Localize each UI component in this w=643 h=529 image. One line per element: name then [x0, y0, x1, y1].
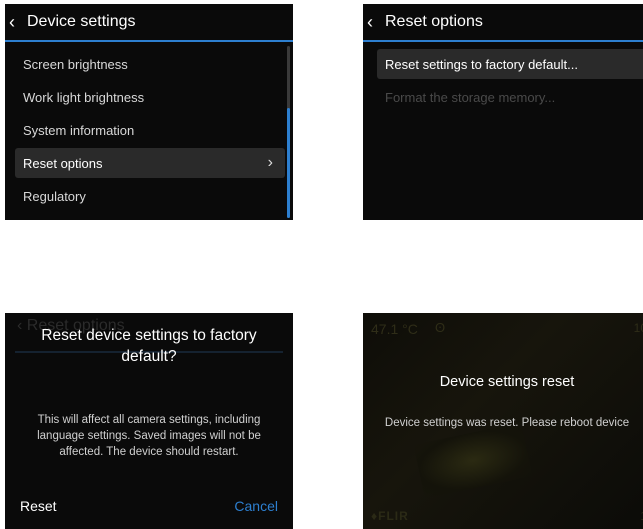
- reset-options-menu: Reset settings to factory default... For…: [363, 42, 643, 112]
- reset-options-title: Reset options: [385, 13, 483, 30]
- device-settings-title: Device settings: [27, 13, 136, 30]
- menu-item-label: Reset options: [23, 155, 103, 171]
- menu-item-reset-factory-default[interactable]: Reset settings to factory default...: [377, 49, 643, 79]
- confirm-reset-screen: ‹ Reset options Reset device settings to…: [5, 313, 293, 529]
- flir-logo: ♦FLIR: [371, 509, 409, 523]
- menu-item-label: System information: [23, 122, 135, 138]
- reset-options-header: ‹ Reset options: [363, 4, 643, 42]
- device-settings-menu: Screen brightness Work light brightness …: [5, 42, 293, 218]
- menu-item-label: Screen brightness: [23, 56, 128, 72]
- scrollbar-thumb[interactable]: [287, 108, 290, 218]
- device-settings-header: ‹ Device settings: [5, 4, 293, 42]
- menu-item-screen-brightness[interactable]: Screen brightness: [15, 49, 285, 79]
- menu-item-format-storage: Format the storage memory...: [377, 82, 643, 112]
- dialog-title: Reset device settings to factory default…: [41, 327, 257, 365]
- menu-item-label: Work light brightness: [23, 89, 145, 105]
- temperature-readout: 47.1 °C: [371, 321, 418, 337]
- chevron-right-icon: ›: [267, 154, 273, 171]
- spot-meter-icon: ʘ: [435, 320, 446, 335]
- dialog-body: This will affect all camera settings, in…: [37, 414, 261, 458]
- cancel-button[interactable]: Cancel: [234, 498, 278, 514]
- back-chevron-icon[interactable]: ‹: [5, 13, 27, 31]
- menu-item-label: Format the storage memory...: [385, 89, 556, 105]
- reset-options-screen: ‹ Reset options Reset settings to factor…: [363, 4, 643, 220]
- reset-button[interactable]: Reset: [20, 498, 57, 514]
- menu-item-system-information[interactable]: System information: [15, 115, 285, 145]
- menu-item-label: Reset settings to factory default...: [385, 56, 578, 72]
- back-chevron-icon[interactable]: ‹: [363, 13, 385, 31]
- notice-title: Device settings reset: [439, 374, 575, 390]
- device-settings-screen: ‹ Device settings Screen brightness Work…: [5, 4, 293, 220]
- reset-complete-screen: 47.1 °C ʘ 10 ♦FLIR 1 Device settings res…: [363, 313, 643, 529]
- menu-item-label: Regulatory: [23, 188, 86, 204]
- menu-item-work-light-brightness[interactable]: Work light brightness: [15, 82, 285, 112]
- top-right-indicator: 10: [633, 321, 643, 335]
- menu-item-reset-options[interactable]: Reset options ›: [15, 148, 285, 178]
- menu-item-regulatory[interactable]: Regulatory: [15, 181, 285, 211]
- notice-body: Device settings was reset. Please reboot…: [384, 417, 630, 429]
